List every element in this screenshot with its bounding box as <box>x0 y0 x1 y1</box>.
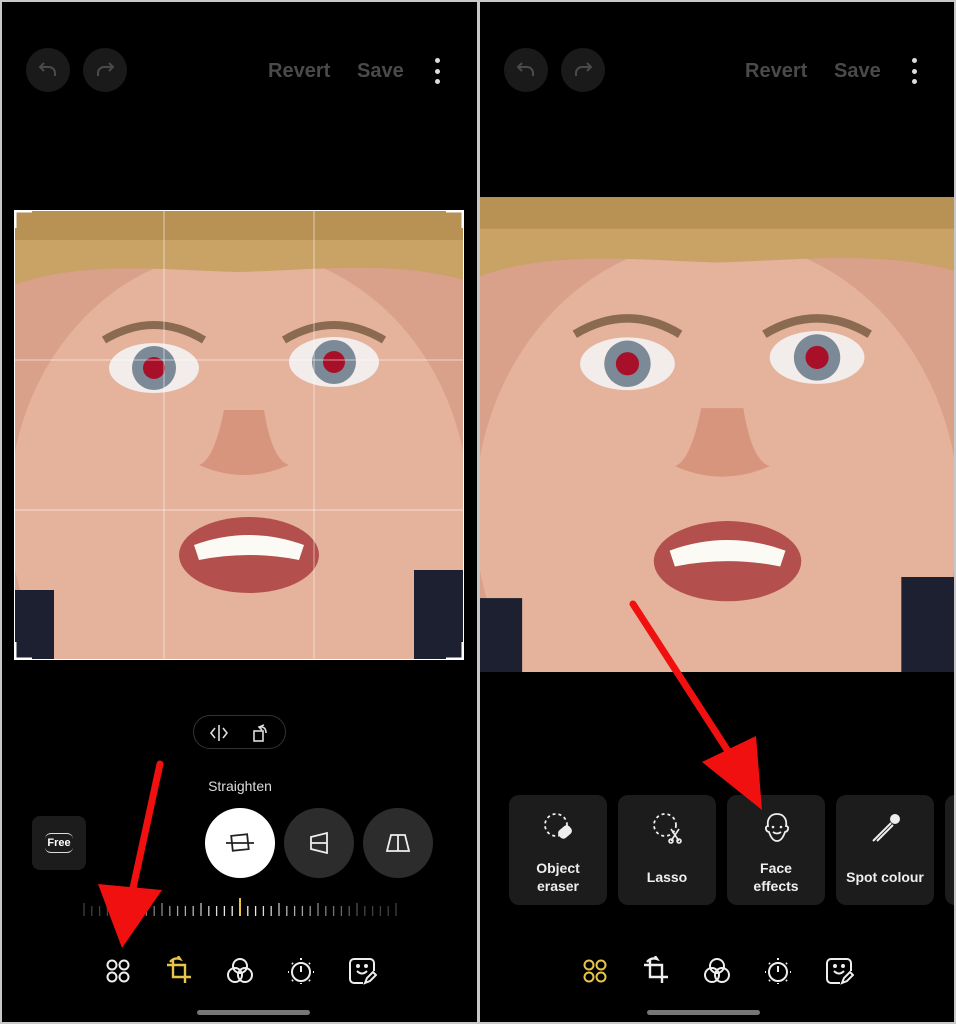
horizontal-perspective-button[interactable] <box>363 808 433 878</box>
photo-image <box>480 197 954 672</box>
filters-icon <box>702 956 732 986</box>
save-button[interactable]: Save <box>834 60 881 83</box>
sticker-tab[interactable] <box>347 956 377 986</box>
straighten-button[interactable] <box>205 808 275 878</box>
sticker-icon <box>347 956 377 986</box>
spot-colour-button[interactable]: Spot colour <box>836 795 934 905</box>
sticker-tab[interactable] <box>824 956 854 986</box>
vertical-perspective-icon <box>310 831 328 855</box>
free-label: Free <box>45 833 73 853</box>
redo-button[interactable] <box>83 48 127 92</box>
face-icon <box>764 813 790 842</box>
more-options-button[interactable] <box>433 58 441 84</box>
filters-icon <box>225 956 255 986</box>
redo-icon <box>571 58 595 82</box>
left-screen: Revert Save Straighten Free <box>2 2 477 1022</box>
tool-label: Face <box>760 860 792 876</box>
mode-label: Straighten <box>208 778 272 794</box>
object-eraser-button[interactable]: Object eraser <box>509 795 607 905</box>
face-effects-button[interactable]: Face effects <box>727 795 825 905</box>
home-indicator <box>647 1010 760 1015</box>
free-aspect-button[interactable]: Free <box>32 816 86 870</box>
lasso-button[interactable]: Lasso <box>618 795 716 905</box>
filters-tab[interactable] <box>225 956 255 986</box>
crop-rotate-tab[interactable] <box>641 956 671 986</box>
more-tools-card[interactable] <box>945 795 954 905</box>
undo-icon <box>36 58 60 82</box>
home-indicator <box>197 1010 310 1015</box>
brightness-tab[interactable] <box>286 956 316 986</box>
photo <box>14 210 464 660</box>
undo-button[interactable] <box>504 48 548 92</box>
right-screen: Revert Save Object eraser Lasso Face eff… <box>480 2 954 1022</box>
lasso-icon <box>653 813 682 844</box>
crop-controls-pill <box>193 715 286 749</box>
tool-label: eraser <box>536 878 580 894</box>
straighten-icon <box>226 833 254 852</box>
crop-rotate-icon <box>641 956 671 986</box>
filters-tab[interactable] <box>702 956 732 986</box>
flip-icon[interactable] <box>208 723 230 743</box>
save-button[interactable]: Save <box>357 60 404 83</box>
object-eraser-icon <box>544 813 572 839</box>
tools-grid-icon <box>580 956 610 986</box>
brightness-tab[interactable] <box>763 956 793 986</box>
crop-rotate-tab[interactable] <box>164 956 194 986</box>
tools-grid-icon <box>103 956 133 986</box>
tool-label: Spot colour <box>846 869 924 885</box>
brightness-icon <box>286 956 316 986</box>
tools-grid-tab[interactable] <box>103 956 133 986</box>
more-options-button[interactable] <box>910 58 918 84</box>
revert-button[interactable]: Revert <box>268 60 330 83</box>
tool-label: Object <box>536 860 580 876</box>
tools-grid-tab[interactable] <box>580 956 610 986</box>
undo-button[interactable] <box>26 48 70 92</box>
horizontal-perspective-icon <box>385 834 411 852</box>
vertical-perspective-button[interactable] <box>284 808 354 878</box>
crop-rotate-icon <box>164 956 194 986</box>
tool-label: Lasso <box>646 869 688 885</box>
undo-icon <box>514 58 538 82</box>
revert-button[interactable]: Revert <box>745 60 807 83</box>
photo-crop-area[interactable] <box>14 210 464 660</box>
redo-button[interactable] <box>561 48 605 92</box>
angle-ruler[interactable] <box>80 898 400 922</box>
brightness-icon <box>763 956 793 986</box>
photo[interactable] <box>480 197 954 672</box>
eyedropper-icon <box>872 814 900 842</box>
sticker-icon <box>824 956 854 986</box>
rotate-icon[interactable] <box>251 722 271 744</box>
redo-icon <box>93 58 117 82</box>
tool-label: effects <box>753 878 799 894</box>
